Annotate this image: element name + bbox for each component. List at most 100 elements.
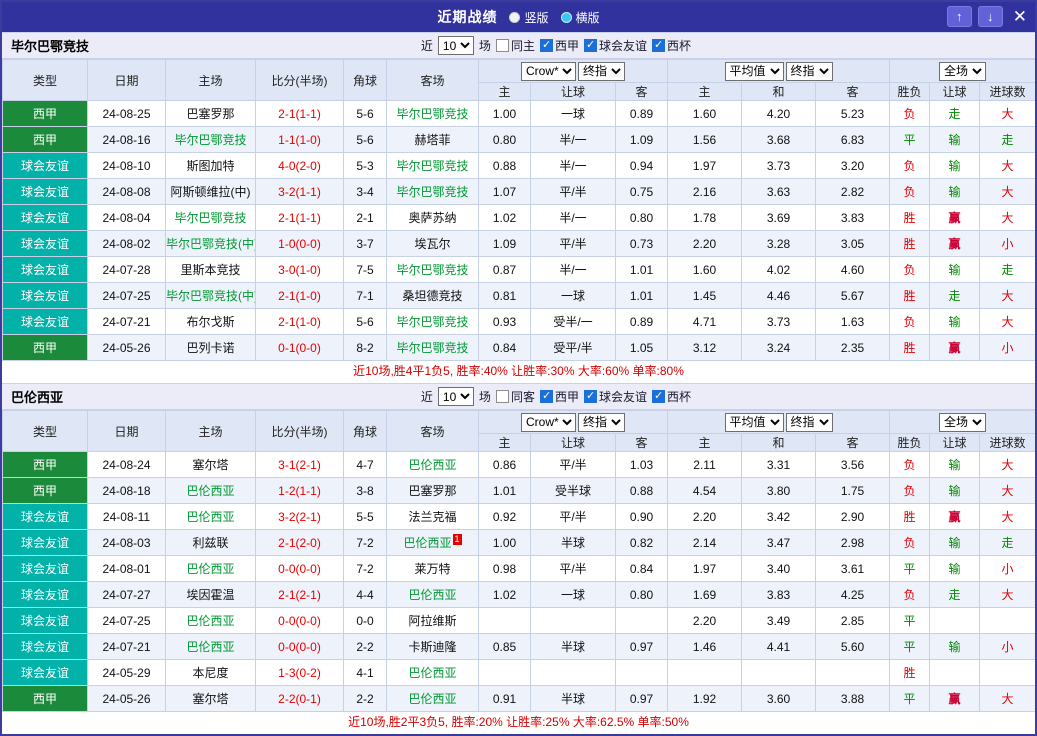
result-handicap: 赢 xyxy=(929,204,981,231)
result-outcome: 负 xyxy=(889,100,931,127)
match-date: 24-08-01 xyxy=(87,555,166,582)
europe-home-odds: 1.45 xyxy=(667,282,743,309)
asian-home-odds: 0.93 xyxy=(478,308,531,335)
league-filter-checkbox-2[interactable]: 西杯 xyxy=(651,388,691,405)
odds-time-select[interactable]: 终指 xyxy=(578,61,626,81)
result-goals: 大 xyxy=(979,100,1035,127)
europe-draw-odds: 3.24 xyxy=(741,334,817,361)
league-filter-checkbox-1[interactable]: 球会友谊 xyxy=(583,37,647,54)
match-date: 24-08-03 xyxy=(87,529,166,556)
match-date: 24-07-21 xyxy=(87,633,166,660)
score: 1-3(0-2) xyxy=(255,659,344,686)
checkbox-checked-icon[interactable] xyxy=(651,389,665,403)
asian-handicap: 平/半 xyxy=(530,178,616,205)
home-team: 布尔戈斯 xyxy=(165,308,256,335)
away-team: 巴伦西亚 xyxy=(386,659,479,686)
result-goals: 大 xyxy=(979,152,1035,179)
score: 1-1(1-0) xyxy=(255,126,344,153)
league-badge: 西甲 xyxy=(2,334,88,361)
asian-away-odds: 0.89 xyxy=(614,308,669,335)
away-team: 巴伦西亚 xyxy=(386,451,479,478)
league-filter-checkbox-2[interactable]: 西杯 xyxy=(651,37,691,54)
move-up-button[interactable]: ↑ xyxy=(946,6,972,27)
league-badge: 球会友谊 xyxy=(2,607,88,634)
odds-company-select[interactable]: Crow* xyxy=(521,61,577,81)
match-row: 西甲 24-05-26 巴列卡诺 0-1(0-0) 8-2 毕尔巴鄂竞技 0.84 受平/半 1… xyxy=(2,334,1035,361)
asian-home-odds: 0.80 xyxy=(478,126,531,153)
home-team: 里斯本竞技 xyxy=(165,256,256,283)
asian-home-odds: 1.02 xyxy=(478,581,531,608)
checkbox-unchecked-icon[interactable] xyxy=(495,390,509,403)
same-venue-checkbox[interactable]: 同主 xyxy=(495,37,535,54)
europe-draw-odds: 3.73 xyxy=(741,308,817,335)
result-outcome: 胜 xyxy=(889,282,931,309)
europe-average-select[interactable]: 平均值 xyxy=(724,61,784,81)
result-goals: 大 xyxy=(979,178,1035,205)
score: 0-0(0-0) xyxy=(255,555,344,582)
europe-draw-odds: 3.68 xyxy=(741,126,817,153)
checkbox-checked-icon[interactable] xyxy=(539,389,553,403)
corner-score: 7-5 xyxy=(343,256,387,283)
league-badge: 球会友谊 xyxy=(2,256,88,283)
result-goals: 大 xyxy=(979,581,1035,608)
asian-home-odds xyxy=(478,607,531,634)
move-down-button[interactable]: ↓ xyxy=(977,6,1003,27)
scope-select[interactable]: 全场 xyxy=(939,61,987,81)
checkbox-checked-icon[interactable] xyxy=(539,38,553,52)
checkbox-unchecked-icon[interactable] xyxy=(495,39,509,52)
asian-odds-select-group: Crow* 终指 xyxy=(477,59,669,83)
asian-home-odds: 1.07 xyxy=(478,178,531,205)
europe-average-select[interactable]: 平均值 xyxy=(724,412,784,432)
match-row: 球会友谊 24-07-21 巴伦西亚 0-0(0-0) 2-2 卡斯迪隆 0.85 半球 0.9… xyxy=(2,633,1035,660)
match-row: 球会友谊 24-07-25 巴伦西亚 0-0(0-0) 0-0 阿拉维斯 2.20 3.49 2… xyxy=(2,607,1035,634)
league-filter-checkbox-0[interactable]: 西甲 xyxy=(539,37,579,54)
league-filter-checkbox-1[interactable]: 球会友谊 xyxy=(583,388,647,405)
result-outcome: 平 xyxy=(889,126,931,153)
scope-select[interactable]: 全场 xyxy=(939,412,987,432)
score: 2-2(0-1) xyxy=(255,685,344,712)
europe-away-odds: 2.98 xyxy=(815,529,891,556)
home-team: 阿斯顿维拉(中) xyxy=(165,178,256,205)
league-filter-checkbox-2-label: 西杯 xyxy=(666,390,691,404)
league-badge: 球会友谊 xyxy=(2,308,88,335)
recent-label-suffix: 场 xyxy=(478,39,491,53)
col-header: 角球 xyxy=(343,410,387,452)
europe-away-odds: 4.25 xyxy=(815,581,891,608)
checkbox-checked-icon[interactable] xyxy=(583,38,597,52)
radio-vertical[interactable]: 竖版 xyxy=(509,9,549,26)
europe-away-odds: 3.83 xyxy=(815,204,891,231)
europe-time-select[interactable]: 终指 xyxy=(785,61,833,81)
away-team: 毕尔巴鄂竞技 xyxy=(386,308,479,335)
radio-vertical-label: 竖版 xyxy=(524,10,549,25)
col-header: 主场 xyxy=(165,410,256,452)
league-badge: 西甲 xyxy=(2,100,88,127)
europe-time-select[interactable]: 终指 xyxy=(785,412,833,432)
odds-time-select[interactable]: 终指 xyxy=(578,412,626,432)
checkbox-checked-icon[interactable] xyxy=(651,38,665,52)
result-handicap: 赢 xyxy=(929,503,981,530)
europe-away-odds: 3.88 xyxy=(815,685,891,712)
checkbox-checked-icon[interactable] xyxy=(583,389,597,403)
result-outcome: 负 xyxy=(889,152,931,179)
col-header: 角球 xyxy=(343,59,387,101)
close-button[interactable]: ✕ xyxy=(1013,6,1027,27)
sub-col-header: 主 xyxy=(667,82,743,101)
europe-draw-odds: 3.80 xyxy=(741,477,817,504)
home-team: 本尼度 xyxy=(165,659,256,686)
recent-count-select[interactable]: 10 xyxy=(437,387,474,406)
league-badge: 球会友谊 xyxy=(2,178,88,205)
asian-away-odds: 0.89 xyxy=(614,100,669,127)
asian-handicap: 半/一 xyxy=(530,256,616,283)
radio-horizontal[interactable]: 横版 xyxy=(560,9,600,26)
asian-home-odds: 0.87 xyxy=(478,256,531,283)
result-outcome: 负 xyxy=(889,529,931,556)
asian-handicap: 半/一 xyxy=(530,126,616,153)
asian-handicap: 半球 xyxy=(530,633,616,660)
odds-company-select[interactable]: Crow* xyxy=(521,412,577,432)
league-filter-checkbox-0[interactable]: 西甲 xyxy=(539,388,579,405)
match-row: 球会友谊 24-08-10 斯图加特 4-0(2-0) 5-3 毕尔巴鄂竞技 0.88 半/一… xyxy=(2,152,1035,179)
same-venue-checkbox[interactable]: 同客 xyxy=(495,388,535,405)
europe-away-odds: 6.83 xyxy=(815,126,891,153)
europe-odds-select-group: 平均值 终指 xyxy=(667,59,891,83)
recent-count-select[interactable]: 10 xyxy=(437,36,474,55)
